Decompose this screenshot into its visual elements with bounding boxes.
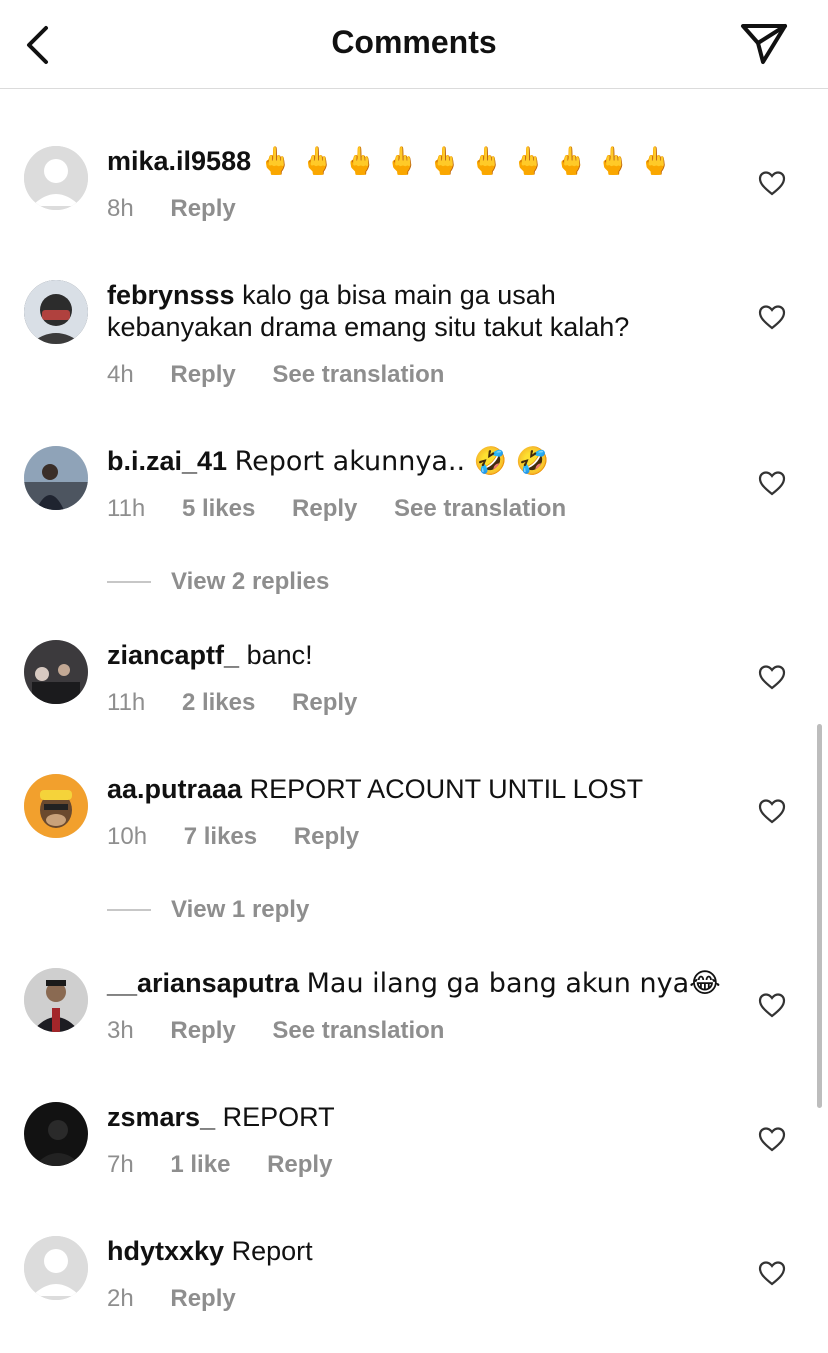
comment-username[interactable]: hdytxxky xyxy=(107,1236,224,1266)
avatar-zsmars[interactable] xyxy=(24,1102,88,1166)
comment-time: 7h xyxy=(107,1151,134,1178)
comment-body: Report akunnya.. 🤣 🤣 xyxy=(234,446,550,477)
replies-divider xyxy=(107,909,151,911)
likes-count[interactable]: 1 like xyxy=(170,1151,230,1178)
comment-username[interactable]: aa.putraaa xyxy=(107,774,242,804)
comment-meta: 10h 7 likes Reply xyxy=(107,823,389,851)
reply-button[interactable]: Reply xyxy=(170,1017,235,1044)
likes-count[interactable]: 5 likes xyxy=(182,495,255,522)
comment-body: REPORT ACOUNT UNTIL LOST xyxy=(249,774,644,804)
heart-outline-icon[interactable] xyxy=(758,1260,786,1286)
comment-username[interactable]: mika.il9588 xyxy=(107,146,251,176)
comment-body: banc! xyxy=(246,640,313,670)
see-translation-button[interactable]: See translation xyxy=(394,495,566,522)
comment-time: 8h xyxy=(107,195,134,222)
reply-button[interactable]: Reply xyxy=(292,689,357,716)
replies-divider xyxy=(107,581,151,583)
view-replies-button[interactable]: View 1 reply xyxy=(107,896,309,924)
comment-text: aa.putraaa REPORT ACOUNT UNTIL LOST xyxy=(107,773,747,805)
comment-body: Report xyxy=(231,1236,313,1266)
page-title: Comments xyxy=(331,24,497,60)
view-replies-label: View 1 reply xyxy=(171,896,310,923)
ape-avatar-icon xyxy=(24,774,88,838)
comment-time: 10h xyxy=(107,823,148,850)
reply-button[interactable]: Reply xyxy=(292,495,357,522)
reply-button[interactable]: Reply xyxy=(267,1151,332,1178)
avatar-placeholder[interactable] xyxy=(24,1236,88,1300)
comment-body: REPORT xyxy=(222,1102,335,1132)
heart-outline-icon[interactable] xyxy=(758,992,786,1018)
comment-text: ziancaptf_ banc! xyxy=(107,639,747,671)
likes-count[interactable]: 2 likes xyxy=(182,689,255,716)
comment-meta: 4h Reply See translation xyxy=(107,361,474,389)
comment-time: 11h xyxy=(107,689,146,716)
comment-meta: 11h 5 likes Reply See translation xyxy=(107,495,596,523)
heart-outline-icon[interactable] xyxy=(758,470,786,496)
see-translation-button[interactable]: See translation xyxy=(272,1017,444,1044)
comment-time: 11h xyxy=(107,495,146,522)
header-bar: Comments xyxy=(0,0,828,89)
scrollbar[interactable] xyxy=(817,724,822,1108)
heart-outline-icon[interactable] xyxy=(758,304,786,330)
default-user-icon xyxy=(24,146,88,210)
comment-username[interactable]: __ariansaputra xyxy=(107,968,299,998)
heart-outline-icon[interactable] xyxy=(758,798,786,824)
comment-text: hdytxxky Report xyxy=(107,1235,747,1267)
comment-text: b.i.zai_41 Report akunnya.. 🤣 🤣 xyxy=(107,445,747,478)
comment-body: Mau ilang ga bang akun nya😂 xyxy=(306,968,721,999)
comment-time: 3h xyxy=(107,1017,134,1044)
comment-meta: 7h 1 like Reply xyxy=(107,1151,362,1179)
user-avatar-icon xyxy=(24,1102,88,1166)
user-avatar-icon xyxy=(24,640,88,704)
comment-time: 4h xyxy=(107,361,134,388)
comment-meta: 11h 2 likes Reply xyxy=(107,689,387,717)
heart-outline-icon[interactable] xyxy=(758,170,786,196)
reply-button[interactable]: Reply xyxy=(170,195,235,222)
avatar-aa-putraaa[interactable] xyxy=(24,774,88,838)
reply-button[interactable]: Reply xyxy=(170,361,235,388)
comment-time: 2h xyxy=(107,1285,134,1312)
comment-text: zsmars_ REPORT xyxy=(107,1101,747,1133)
comment-username[interactable]: b.i.zai_41 xyxy=(107,446,227,476)
comment-username[interactable]: ziancaptf_ xyxy=(107,640,239,670)
comment-text: __ariansaputra Mau ilang ga bang akun ny… xyxy=(107,967,747,1000)
heart-outline-icon[interactable] xyxy=(758,664,786,690)
likes-count[interactable]: 7 likes xyxy=(184,823,257,850)
comment-meta: 3h Reply See translation xyxy=(107,1017,474,1045)
view-replies-label: View 2 replies xyxy=(171,568,330,595)
comment-username[interactable]: zsmars_ xyxy=(107,1102,215,1132)
user-avatar-icon xyxy=(24,968,88,1032)
comment-meta: 2h Reply xyxy=(107,1285,266,1313)
heart-outline-icon[interactable] xyxy=(758,1126,786,1152)
comment-username[interactable]: febrynsss xyxy=(107,280,235,310)
comment-body: 🖕 🖕 🖕 🖕 🖕 🖕 🖕 🖕 🖕 🖕 xyxy=(258,146,673,177)
comment-text: mika.il9588 🖕 🖕 🖕 🖕 🖕 🖕 🖕 🖕 🖕 🖕 xyxy=(107,145,747,178)
paper-plane-icon xyxy=(741,24,787,64)
user-avatar-icon xyxy=(24,280,88,344)
avatar-placeholder[interactable] xyxy=(24,146,88,210)
view-replies-button[interactable]: View 2 replies xyxy=(107,568,329,596)
avatar-ziancaptf[interactable] xyxy=(24,640,88,704)
comment-text: febrynsss kalo ga bisa main ga usah keba… xyxy=(107,279,707,343)
user-avatar-icon xyxy=(24,446,88,510)
avatar-b-i-zai-41[interactable] xyxy=(24,446,88,510)
avatar-ariansaputra[interactable] xyxy=(24,968,88,1032)
see-translation-button[interactable]: See translation xyxy=(272,361,444,388)
default-user-icon xyxy=(24,1236,88,1300)
avatar-febrynsss[interactable] xyxy=(24,280,88,344)
reply-button[interactable]: Reply xyxy=(170,1285,235,1312)
comment-meta: 8h Reply xyxy=(107,195,266,223)
share-button[interactable] xyxy=(740,22,788,66)
reply-button[interactable]: Reply xyxy=(294,823,359,850)
